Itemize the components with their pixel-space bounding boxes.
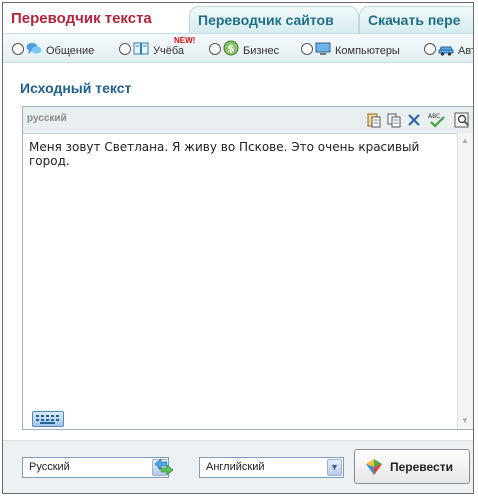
radio-button[interactable] bbox=[12, 43, 24, 55]
translator-window: Переводчик текста Переводчик сайтов Скач… bbox=[2, 2, 474, 494]
translate-button-label: Перевести bbox=[390, 460, 453, 474]
tab-download[interactable]: Скачать пере bbox=[359, 6, 473, 33]
category-label: Общение bbox=[46, 45, 95, 57]
category-label: Авто bbox=[458, 45, 473, 57]
radio-button[interactable] bbox=[424, 43, 436, 55]
tab-bar: Переводчик текста Переводчик сайтов Скач… bbox=[3, 3, 473, 33]
radio-button[interactable] bbox=[301, 43, 313, 55]
category-label: Учёба bbox=[153, 45, 185, 57]
scroll-down-arrow-icon[interactable]: ▼ bbox=[459, 415, 471, 427]
category-business[interactable]: $ Бизнес bbox=[209, 40, 299, 62]
svg-text:ABC: ABC bbox=[428, 113, 440, 120]
copy-icon[interactable] bbox=[386, 112, 402, 128]
category-label: Бизнес bbox=[243, 45, 280, 57]
radio-button[interactable] bbox=[119, 43, 131, 55]
book-icon bbox=[133, 42, 149, 55]
category-study[interactable]: NEW! Учёба bbox=[119, 36, 209, 62]
category-auto[interactable]: Авто bbox=[424, 42, 473, 62]
translate-button[interactable]: Перевести bbox=[354, 449, 470, 484]
translate-controls: Русский ▼ Английский ▼ Перевести bbox=[3, 440, 473, 493]
dollar-coin-icon: $ bbox=[223, 40, 239, 56]
source-language-value: Русский bbox=[29, 461, 70, 473]
editor-toolbar: русский ABC bbox=[23, 107, 473, 134]
paste-icon[interactable] bbox=[366, 112, 382, 128]
editor-scrollbar[interactable]: ▲ ▼ bbox=[457, 133, 473, 429]
source-text-editor: русский ABC Меня зовут Светлана. Я живу … bbox=[22, 106, 473, 430]
computer-monitor-icon bbox=[315, 42, 331, 55]
spellcheck-icon[interactable]: ABC bbox=[427, 112, 447, 128]
radio-button[interactable] bbox=[209, 43, 221, 55]
section-title: Исходный текст bbox=[20, 80, 132, 96]
category-label: Компьютеры bbox=[335, 45, 400, 57]
scroll-up-arrow-icon[interactable]: ▲ bbox=[459, 135, 471, 147]
target-language-select[interactable]: Английский ▼ bbox=[199, 457, 344, 478]
new-badge: NEW! bbox=[174, 36, 196, 45]
chevron-down-icon[interactable]: ▼ bbox=[327, 459, 342, 476]
virtual-keyboard-icon[interactable] bbox=[32, 411, 64, 427]
preview-icon[interactable] bbox=[454, 112, 470, 128]
tab-site-translator[interactable]: Переводчик сайтов bbox=[189, 6, 359, 33]
tab-text-translator[interactable]: Переводчик текста bbox=[3, 6, 188, 33]
category-bar: Общение NEW! Учёба $ Бизнес Компьютеры А… bbox=[3, 33, 473, 63]
translate-logo-icon bbox=[366, 459, 382, 475]
clear-icon[interactable] bbox=[406, 112, 422, 128]
target-language-value: Английский bbox=[206, 461, 265, 473]
swap-languages-icon[interactable] bbox=[154, 458, 174, 476]
category-communication[interactable]: Общение bbox=[12, 42, 112, 62]
category-computers[interactable]: Компьютеры bbox=[301, 42, 419, 62]
chat-bubbles-icon bbox=[26, 43, 42, 54]
svg-text:$: $ bbox=[228, 44, 235, 55]
source-text-area[interactable]: Меня зовут Светлана. Я живу во Пскове. Э… bbox=[29, 140, 453, 168]
source-language-label: русский bbox=[27, 113, 67, 124]
car-icon bbox=[438, 46, 454, 56]
source-language-select[interactable]: Русский ▼ bbox=[22, 457, 169, 478]
